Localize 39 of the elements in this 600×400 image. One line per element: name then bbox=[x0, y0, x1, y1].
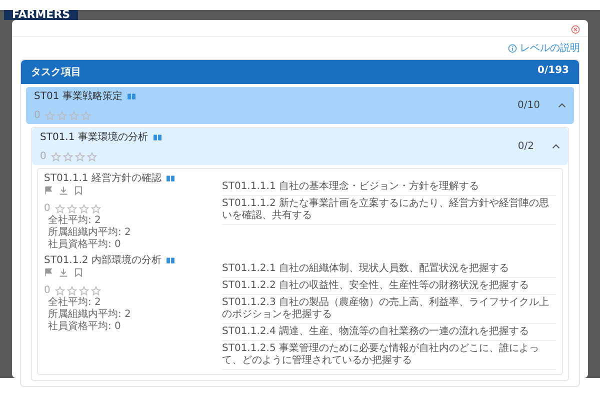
task-header-title: タスク項目 bbox=[31, 66, 81, 79]
section-count: 0/10 bbox=[518, 100, 540, 111]
book-icon[interactable] bbox=[152, 134, 162, 140]
task-item[interactable]: ST01.1.2.1 自社の組織体制、現状人員数、配置状況を把握する bbox=[222, 261, 556, 278]
task-count: 0/193 bbox=[538, 65, 569, 78]
average-label: 所属組織内平均: 2 bbox=[48, 227, 132, 238]
task-item[interactable]: ST01.1.2.5 事業管理のために必要な情報が自社内のどこに、誰によって、どのように管理されているか把握する bbox=[222, 341, 556, 370]
book-icon[interactable] bbox=[166, 174, 176, 182]
app-logo: FARMERS bbox=[4, 10, 78, 20]
average-label: 全社平均: 2 bbox=[48, 297, 102, 308]
item-title: ST01.1.2 内部環境の分析 bbox=[44, 254, 162, 267]
average-label: 社員資格平均: 0 bbox=[48, 239, 122, 251]
task-item[interactable]: ST01.1.2.3 自社の製品（農産物）の売上高、利益率、ライフサイクル上のポジションを把握する bbox=[222, 295, 556, 324]
average-label: 所属組織内平均: 2 bbox=[48, 309, 132, 320]
download-icon[interactable] bbox=[59, 186, 68, 195]
book-icon[interactable] bbox=[166, 256, 176, 264]
subsection-count: 0/2 bbox=[518, 141, 534, 152]
close-icon[interactable] bbox=[571, 25, 580, 34]
subsection-title: ST01.1 事業環境の分析 bbox=[40, 130, 148, 144]
item-title: ST01.1.1 経営方針の確認 bbox=[44, 172, 162, 185]
chevron-icon[interactable] bbox=[552, 144, 560, 149]
flag-icon[interactable] bbox=[44, 268, 53, 277]
average-label: 社員資格平均: 0 bbox=[48, 321, 122, 333]
task-item[interactable]: ST01.1.2.4 調達、生産、物流等の自社業務の一連の流れを把握する bbox=[222, 324, 556, 341]
download-icon[interactable] bbox=[59, 268, 68, 277]
section-title: ST01 事業戦略策定 bbox=[34, 90, 122, 103]
section-header[interactable]: ST01 事業戦略策定 0 0/10 bbox=[26, 87, 574, 124]
level-help-link[interactable]: レベルの説明 bbox=[508, 41, 580, 55]
flag-icon[interactable] bbox=[44, 186, 53, 195]
chevron-icon[interactable] bbox=[558, 103, 566, 108]
info-icon[interactable] bbox=[508, 44, 517, 52]
average-label: 全社平均: 2 bbox=[48, 215, 102, 226]
task-item[interactable]: ST01.1.1.1 自社の基本理念・ビジョン・方針を理解する bbox=[222, 179, 556, 196]
bookmark-icon[interactable] bbox=[74, 268, 83, 277]
book-icon[interactable] bbox=[127, 92, 136, 100]
subsection-header[interactable]: ST01.1 事業環境の分析 0 0/2 bbox=[32, 128, 568, 165]
bookmark-icon[interactable] bbox=[74, 186, 83, 195]
task-item[interactable]: ST01.1.1.2 新たな事業計画を立案するにあたり、経営方針や経営陣の思いを確認、共有する bbox=[222, 196, 556, 225]
task-item[interactable]: ST01.1.2.2 自社の収益性、安全性、生産性等の財務状況を把握する bbox=[222, 278, 556, 295]
